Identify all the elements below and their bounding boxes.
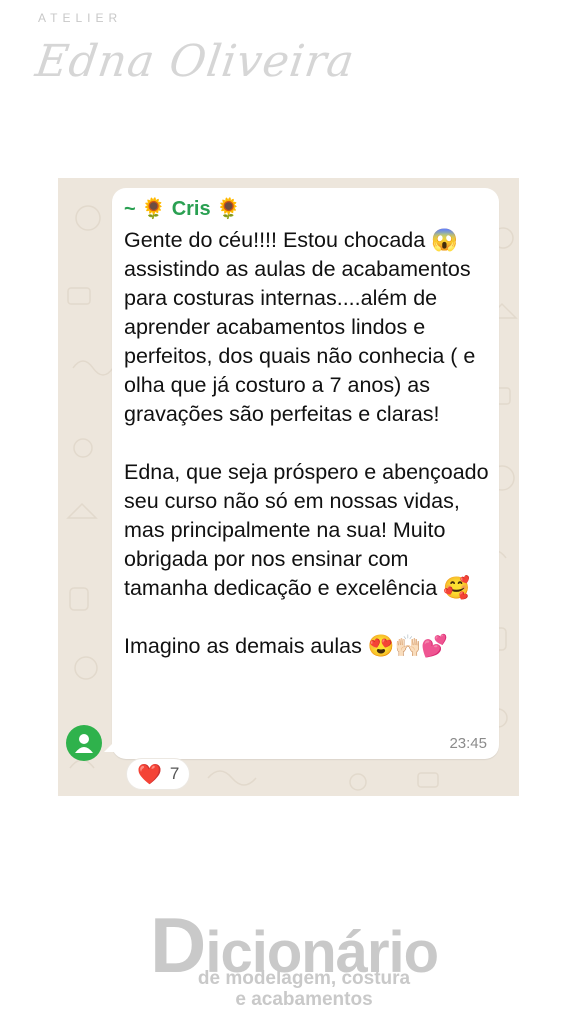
message-timestamp: 23:45 bbox=[449, 735, 487, 752]
chat-panel: ~ 🌻 Cris 🌻 Gente do céu!!!! Estou chocad… bbox=[58, 178, 519, 796]
reaction-count: 7 bbox=[169, 764, 180, 783]
avatar[interactable] bbox=[66, 725, 102, 761]
avatar-person-icon bbox=[75, 734, 93, 753]
sender-name[interactable]: ~ 🌻 Cris 🌻 bbox=[124, 196, 241, 221]
footer-subtitle-line1: de modelagem, costura bbox=[197, 968, 411, 989]
message-bubble[interactable]: ~ 🌻 Cris 🌻 Gente do céu!!!! Estou chocad… bbox=[112, 188, 499, 759]
reaction-pill[interactable]: ❤️ 7 bbox=[126, 758, 191, 790]
heart-icon: ❤️ bbox=[137, 763, 162, 786]
footer-subtitle: de modelagem, costura e acabamentos bbox=[194, 968, 414, 1010]
atelier-label: ATELIER bbox=[38, 11, 123, 25]
footer-subtitle-line2: e acabamentos bbox=[235, 989, 373, 1010]
brand-name: Edna Oliveira bbox=[32, 36, 358, 87]
bubble-tail bbox=[104, 738, 118, 752]
message-text: Gente do céu!!!! Estou chocada 😱 assisti… bbox=[124, 228, 489, 658]
footer-logo: Dicionário de modelagem, costura e acaba… bbox=[150, 901, 439, 1012]
